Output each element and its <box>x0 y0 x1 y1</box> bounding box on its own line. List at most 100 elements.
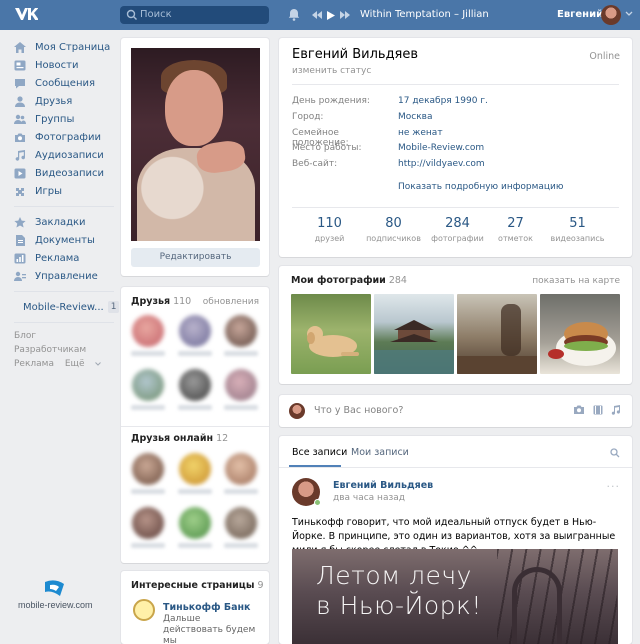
friend-avatar[interactable] <box>225 315 257 347</box>
counter-friends[interactable]: 110 друзей <box>298 216 362 243</box>
mobile-review-logo-icon <box>45 580 64 596</box>
friend-avatar[interactable] <box>179 315 211 347</box>
news-icon <box>14 60 26 70</box>
friend-avatar[interactable] <box>225 369 257 401</box>
interesting-pages-header[interactable]: Интересные страницы 9 <box>131 580 264 591</box>
post-image[interactable]: Летом лечу в Нью-Йорк! <box>292 549 618 644</box>
friends-online-header[interactable]: Друзья онлайн 12 <box>131 433 228 444</box>
info-value[interactable]: Mobile-Review.com <box>398 143 484 153</box>
previous-track-icon[interactable] <box>312 11 322 19</box>
camera-icon[interactable] <box>573 405 585 415</box>
profile-counters: 110 друзей 80 подписчиков 284 фотографии… <box>279 216 632 243</box>
friend-avatar[interactable] <box>225 453 257 485</box>
tab-my-posts[interactable]: Мои записи <box>351 447 409 458</box>
divider <box>279 467 632 468</box>
footer-link-developers[interactable]: Разработчикам <box>14 345 86 355</box>
photo-thumbnail-temple[interactable] <box>374 294 454 374</box>
divider <box>121 426 269 427</box>
friends-updates-link[interactable]: обновления <box>203 297 259 307</box>
friend-avatar[interactable] <box>132 453 164 485</box>
footer-link-more-label: Ещё <box>64 359 85 369</box>
friends-header[interactable]: Друзья 110 <box>131 296 191 307</box>
friend-name-blurred <box>178 489 212 494</box>
friend-avatar[interactable] <box>132 369 164 401</box>
new-post-placeholder[interactable]: Что у Вас нового? <box>314 405 403 416</box>
new-post-form[interactable]: Что у Вас нового? <box>279 395 632 427</box>
sidebar-item-messages[interactable]: Сообщения <box>10 74 115 92</box>
photo-thumbnail-dog[interactable] <box>291 294 371 374</box>
my-photos-header[interactable]: Мои фотографии 284 <box>291 275 407 286</box>
photo-thumbnail-interior[interactable] <box>457 294 537 374</box>
counter-label: друзей <box>314 234 345 243</box>
info-value[interactable]: Москва <box>398 112 432 122</box>
sidebar-nav: Моя Страница Новости Сообщения Друзья Гр… <box>10 38 120 371</box>
friend-avatar[interactable] <box>179 453 211 485</box>
counter-tags[interactable]: 27 отметок <box>490 216 542 243</box>
friends-icon <box>15 95 25 107</box>
bell-icon[interactable] <box>288 8 300 21</box>
sidebar-item-bookmarks[interactable]: Закладки <box>10 213 115 231</box>
divider <box>292 84 619 85</box>
sidebar-item-ads[interactable]: Реклама <box>10 249 115 267</box>
show-on-map-link[interactable]: показать на карте <box>532 276 620 286</box>
sidebar-item-community[interactable]: Mobile-Review... 1 <box>10 298 120 316</box>
photo-thumbnail-burger[interactable] <box>540 294 620 374</box>
counter-followers[interactable]: 80 подписчиков <box>362 216 426 243</box>
music-icon[interactable] <box>611 405 620 415</box>
sidebar-item-label: Моя Страница <box>35 41 111 53</box>
search-box[interactable]: Поиск <box>120 6 269 24</box>
footer-link-ads[interactable]: Реклама <box>14 359 54 369</box>
tab-all-posts[interactable]: Все записи <box>292 447 347 458</box>
header-avatar[interactable] <box>601 5 621 25</box>
friend-avatar[interactable] <box>179 507 211 539</box>
sidebar-item-groups[interactable]: Группы <box>10 110 115 128</box>
chevron-down-icon[interactable] <box>625 11 633 17</box>
sidebar-item-photos[interactable]: Фотографии <box>10 128 115 146</box>
footer-link-blog[interactable]: Блог <box>14 331 36 341</box>
sidebar-item-video[interactable]: Видеозаписи <box>10 164 115 182</box>
play-icon[interactable] <box>327 10 335 20</box>
friend-avatar[interactable] <box>179 369 211 401</box>
friends-online-title: Друзья онлайн <box>131 433 214 444</box>
search-icon[interactable] <box>610 448 620 458</box>
info-value[interactable]: http://vildyaev.com <box>398 159 485 169</box>
friends-title: Друзья <box>131 296 171 307</box>
footer-link-more[interactable]: Ещё <box>65 359 102 369</box>
sidebar-item-manage[interactable]: Управление <box>10 267 115 285</box>
page-name[interactable]: Тинькофф Банк <box>163 602 251 613</box>
friend-avatar[interactable] <box>132 507 164 539</box>
profile-photo[interactable] <box>131 48 260 241</box>
edit-profile-button[interactable]: Редактировать <box>131 248 260 267</box>
friend-avatar[interactable] <box>225 507 257 539</box>
edit-status-link[interactable]: изменить статус <box>292 66 371 76</box>
vk-logo-icon <box>15 8 39 20</box>
friend-avatar[interactable] <box>132 315 164 347</box>
show-more-info-link[interactable]: Показать подробную информацию <box>398 182 563 192</box>
next-track-icon[interactable] <box>340 11 350 19</box>
friend-name-blurred <box>131 351 165 356</box>
friends-online-count: 12 <box>216 433 229 444</box>
post-menu-icon[interactable]: ··· <box>607 480 621 493</box>
header-user-name[interactable]: Евгений <box>557 9 603 20</box>
tinkoff-logo[interactable] <box>133 599 155 621</box>
sidebar-item-friends[interactable]: Друзья <box>10 92 115 110</box>
current-track[interactable]: Within Temptation – Jillian <box>360 9 489 20</box>
sidebar-item-label: Сообщения <box>35 77 96 89</box>
counter-videos[interactable]: 51 видеозапись <box>542 216 614 243</box>
sidebar-item-documents[interactable]: Документы <box>10 231 115 249</box>
vk-logo[interactable] <box>14 7 39 23</box>
sidebar-item-my-page[interactable]: Моя Страница <box>10 38 115 56</box>
video-icon[interactable] <box>593 405 603 415</box>
counter-photos[interactable]: 284 фотографии <box>426 216 490 243</box>
post-author-name[interactable]: Евгений Вильдяев <box>333 480 433 491</box>
sidebar-item-games[interactable]: Игры <box>10 182 115 200</box>
sidebar-item-news[interactable]: Новости <box>10 56 115 74</box>
sidebar-item-label: Закладки <box>35 216 86 228</box>
post-timestamp[interactable]: два часа назад <box>333 493 405 503</box>
divider <box>292 207 619 208</box>
friend-name-blurred <box>224 351 258 356</box>
info-value[interactable]: 17 декабря 1990 г. <box>398 96 488 106</box>
sidebar-item-audio[interactable]: Аудиозаписи <box>10 146 115 164</box>
watermark-text: mobile-review.com <box>18 600 93 610</box>
sidebar-item-label: Управление <box>35 270 98 282</box>
